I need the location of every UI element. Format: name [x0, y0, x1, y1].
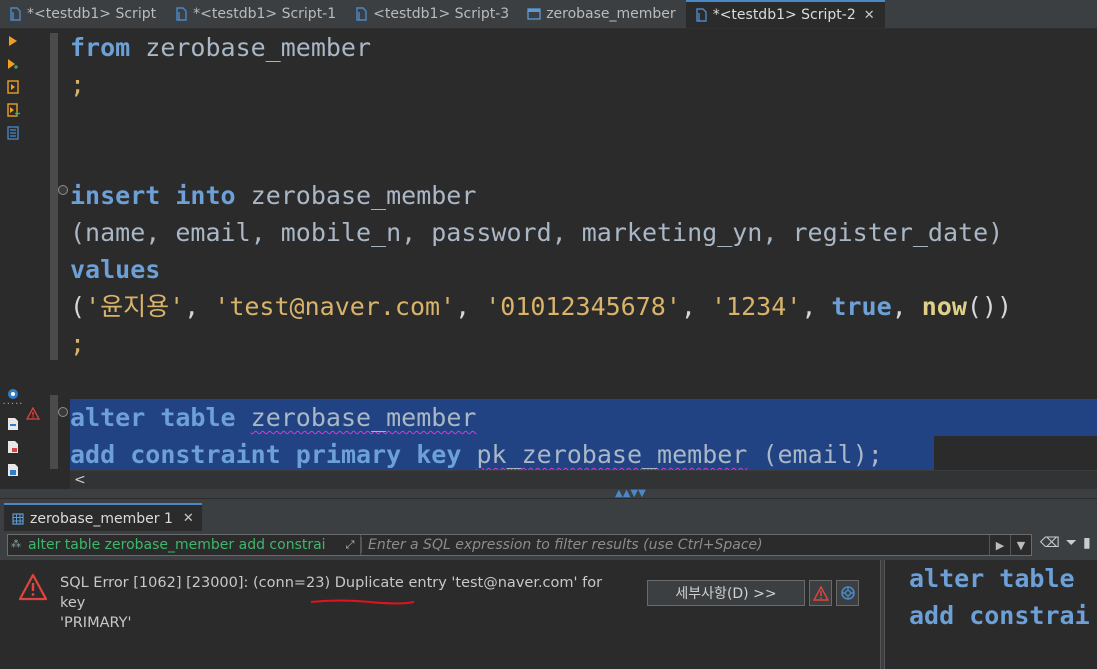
code-line: ;: [70, 70, 86, 99]
editor-tab-bar: *<testdb1> Script *<testdb1> Script-1 <t…: [0, 0, 1097, 29]
tab-label: zerobase_member: [546, 6, 676, 22]
filter-history-dropdown[interactable]: ▼: [1010, 535, 1031, 555]
tab-label: *<testdb1> Script-1: [193, 6, 337, 22]
execute-script-icon[interactable]: [5, 79, 21, 95]
details-button[interactable]: 세부사항(D) >>: [647, 580, 805, 606]
editor-side-toolbar: ·····: [0, 29, 26, 489]
lifebuoy-icon: [840, 586, 855, 600]
sql-preview-line: alter table: [909, 564, 1075, 593]
code-line: ('윤지용', 'test@naver.com', '01012345678',…: [70, 292, 1013, 321]
filter-bar: ⁂ alter table zerobase_member add constra…: [0, 531, 1097, 560]
code-line: values: [70, 255, 161, 284]
splitter-arrows-icon[interactable]: ▲▲▼▼: [615, 489, 646, 499]
grid-icon: [12, 512, 24, 525]
sql-script-icon: [174, 7, 188, 21]
execute-new-tab-icon[interactable]: [5, 56, 21, 72]
format-file-icon[interactable]: [5, 462, 21, 478]
tab-script[interactable]: *<testdb1> Script: [0, 0, 166, 28]
help-button[interactable]: [836, 580, 859, 606]
selected-code-line: add constraint primary key pk_zerobase_m…: [70, 436, 934, 473]
filter-box: ⁂ alter table zerobase_member add constra…: [7, 534, 1032, 556]
tab-results[interactable]: zerobase_member 1 ✕: [4, 503, 202, 532]
tab-zerobase-member[interactable]: zerobase_member: [519, 0, 686, 28]
query-block-bar: [50, 33, 58, 360]
apply-filter-button[interactable]: ▶: [989, 535, 1010, 555]
expand-icon[interactable]: ⤢: [340, 535, 361, 555]
eraser-icon[interactable]: ⌫: [1040, 535, 1060, 551]
horizontal-scrollbar[interactable]: <: [70, 470, 1097, 489]
filter-tools: ⌫ ⏷ ▮: [1040, 535, 1091, 551]
results-tab-label: zerobase_member 1: [30, 510, 173, 527]
error-icon: [18, 573, 48, 605]
sql-script-icon: [354, 7, 368, 21]
tab-label: <testdb1> Script-3: [373, 6, 510, 22]
error-pane: SQL Error [1062] [23000]: (conn=23) Dupl…: [0, 560, 880, 669]
filter-sql-field[interactable]: ⁂ alter table zerobase_member add constra…: [8, 537, 340, 553]
warning-icon[interactable]: [25, 405, 41, 424]
annotation-underline: [310, 599, 415, 605]
code-line: from zerobase_member: [70, 33, 372, 62]
code-line: (name, email, mobile_n, password, market…: [70, 218, 1004, 247]
close-icon[interactable]: ✕: [183, 511, 194, 526]
sql-preview-line: add constrai: [909, 601, 1090, 630]
dots-icon: ·····: [2, 399, 24, 410]
selected-code-line: alter table zerobase_member: [70, 399, 1097, 436]
tab-script-3[interactable]: <testdb1> Script-3: [346, 0, 519, 28]
explain-plan-icon[interactable]: [5, 125, 21, 141]
tab-label: *<testdb1> Script-2: [712, 7, 856, 23]
tab-script-1[interactable]: *<testdb1> Script-1: [166, 0, 346, 28]
filter-expression-input[interactable]: Enter a SQL expression to filter results…: [361, 537, 989, 553]
sql-script-icon: [8, 7, 22, 21]
close-icon[interactable]: ✕: [864, 8, 875, 23]
sql-editor[interactable]: from zerobase_member ; insert into zerob…: [70, 29, 1097, 473]
import-file-icon[interactable]: [5, 439, 21, 455]
more-icon[interactable]: ▮: [1083, 535, 1091, 551]
scroll-left-arrow[interactable]: <: [74, 472, 86, 488]
execute-script-new-tab-icon[interactable]: [5, 102, 21, 118]
fold-marker[interactable]: [58, 185, 68, 195]
code-line: ;: [70, 329, 86, 358]
query-block-bar: [50, 395, 58, 469]
fold-marker[interactable]: [58, 407, 68, 417]
filter-icon[interactable]: ⏷: [1066, 535, 1077, 551]
code-line: insert into zerobase_member: [70, 181, 477, 210]
panel-splitter[interactable]: [0, 489, 1097, 498]
tab-script-2[interactable]: *<testdb1> Script-2 ✕: [685, 0, 885, 28]
sql-icon: ⁂: [11, 539, 21, 550]
execute-statement-icon[interactable]: [5, 33, 21, 49]
tab-label: *<testdb1> Script: [27, 6, 157, 22]
error-log-button[interactable]: [809, 580, 832, 606]
table-icon: [527, 7, 541, 21]
duplicate-entry-text: Duplicate entry: [334, 575, 447, 591]
results-tab-bar: zerobase_member 1 ✕: [0, 498, 1097, 532]
sql-script-icon: [694, 8, 708, 22]
warning-icon: [812, 585, 829, 601]
export-file-icon[interactable]: [5, 416, 21, 432]
error-sql-preview: alter table add constrai: [885, 560, 1097, 669]
